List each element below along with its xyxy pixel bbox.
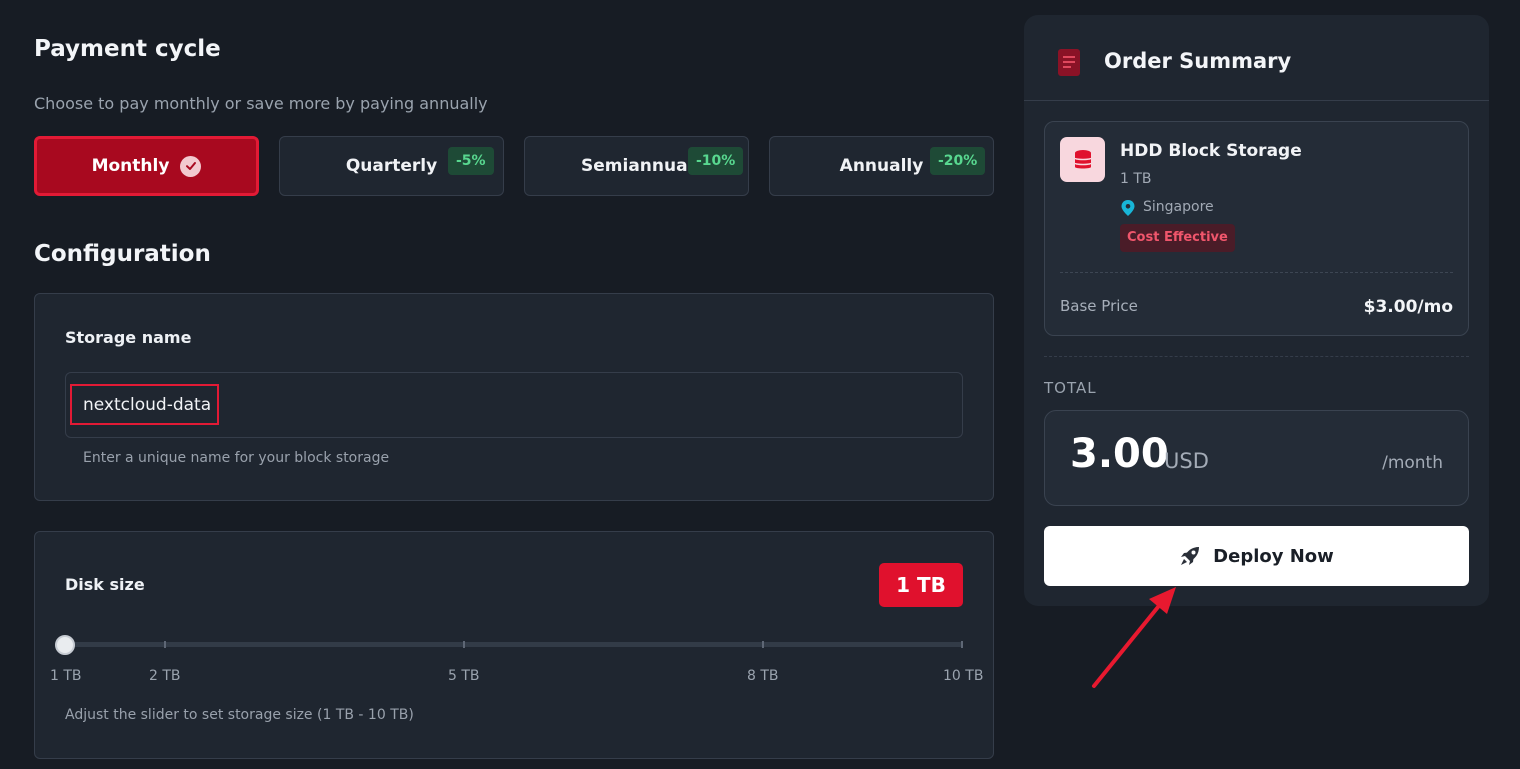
order-item-size: 1 TB <box>1120 171 1152 187</box>
check-icon <box>180 155 202 177</box>
base-price-value: $3.00/mo <box>1363 297 1453 317</box>
slider-tick-label: 8 TB <box>747 668 779 684</box>
disk-size-badge: 1 TB <box>879 563 963 607</box>
discount-badge: -10% <box>688 147 744 175</box>
payment-cycle-title: Payment cycle <box>34 36 221 62</box>
storage-name-label: Storage name <box>65 328 192 347</box>
slider-tick-label: 5 TB <box>448 668 480 684</box>
document-icon <box>1058 49 1080 76</box>
storage-name-hint: Enter a unique name for your block stora… <box>83 450 390 466</box>
slider-tick <box>762 641 764 648</box>
deploy-now-button[interactable]: Deploy Now <box>1044 526 1469 586</box>
order-item-name: HDD Block Storage <box>1120 141 1302 161</box>
disk-size-slider-track[interactable] <box>65 642 963 647</box>
disk-size-hint: Adjust the slider to set storage size (1… <box>65 707 414 723</box>
cycle-option-label: Quarterly <box>345 156 438 176</box>
order-item-location: Singapore <box>1143 199 1214 215</box>
location-pin-icon <box>1121 200 1135 220</box>
slider-tick-label: 1 TB <box>50 668 82 684</box>
configuration-title: Configuration <box>34 241 211 267</box>
rocket-icon <box>1181 547 1200 565</box>
slider-tick <box>164 641 166 648</box>
order-summary-title: Order Summary <box>1104 49 1292 73</box>
annotation-arrow-icon <box>1092 587 1176 688</box>
deploy-now-label: Deploy Now <box>1213 545 1334 567</box>
disk-size-slider-thumb[interactable] <box>55 635 75 655</box>
total-amount: 3.00 <box>1070 431 1169 477</box>
database-icon <box>1060 137 1105 182</box>
storage-name-value[interactable]: nextcloud-data <box>70 384 219 425</box>
cycle-option-monthly[interactable]: Monthly <box>34 136 259 196</box>
slider-tick <box>961 641 963 648</box>
cycle-option-quarterly[interactable]: Quarterly -5% <box>279 136 504 196</box>
slider-tick-label: 10 TB <box>943 668 984 684</box>
cycle-option-label: Monthly <box>91 156 170 176</box>
payment-cycle-subtitle: Choose to pay monthly or save more by pa… <box>34 94 488 113</box>
slider-tick <box>463 641 465 648</box>
disk-size-label: Disk size <box>65 575 145 594</box>
discount-badge: -20% <box>930 147 986 175</box>
cycle-option-label: Annually <box>839 156 924 176</box>
cycle-option-annually[interactable]: Annually -20% <box>769 136 994 196</box>
total-divider <box>1044 356 1469 357</box>
item-divider <box>1060 272 1453 273</box>
discount-badge: -5% <box>448 147 494 175</box>
summary-divider <box>1024 100 1489 101</box>
base-price-label: Base Price <box>1060 297 1138 315</box>
slider-tick-label: 2 TB <box>149 668 181 684</box>
total-label: TOTAL <box>1044 379 1097 397</box>
total-currency: USD <box>1164 449 1209 473</box>
cycle-option-semiannually[interactable]: Semiannually -10% <box>524 136 749 196</box>
total-period: /month <box>1382 453 1443 473</box>
cost-effective-tag: Cost Effective <box>1120 224 1235 252</box>
